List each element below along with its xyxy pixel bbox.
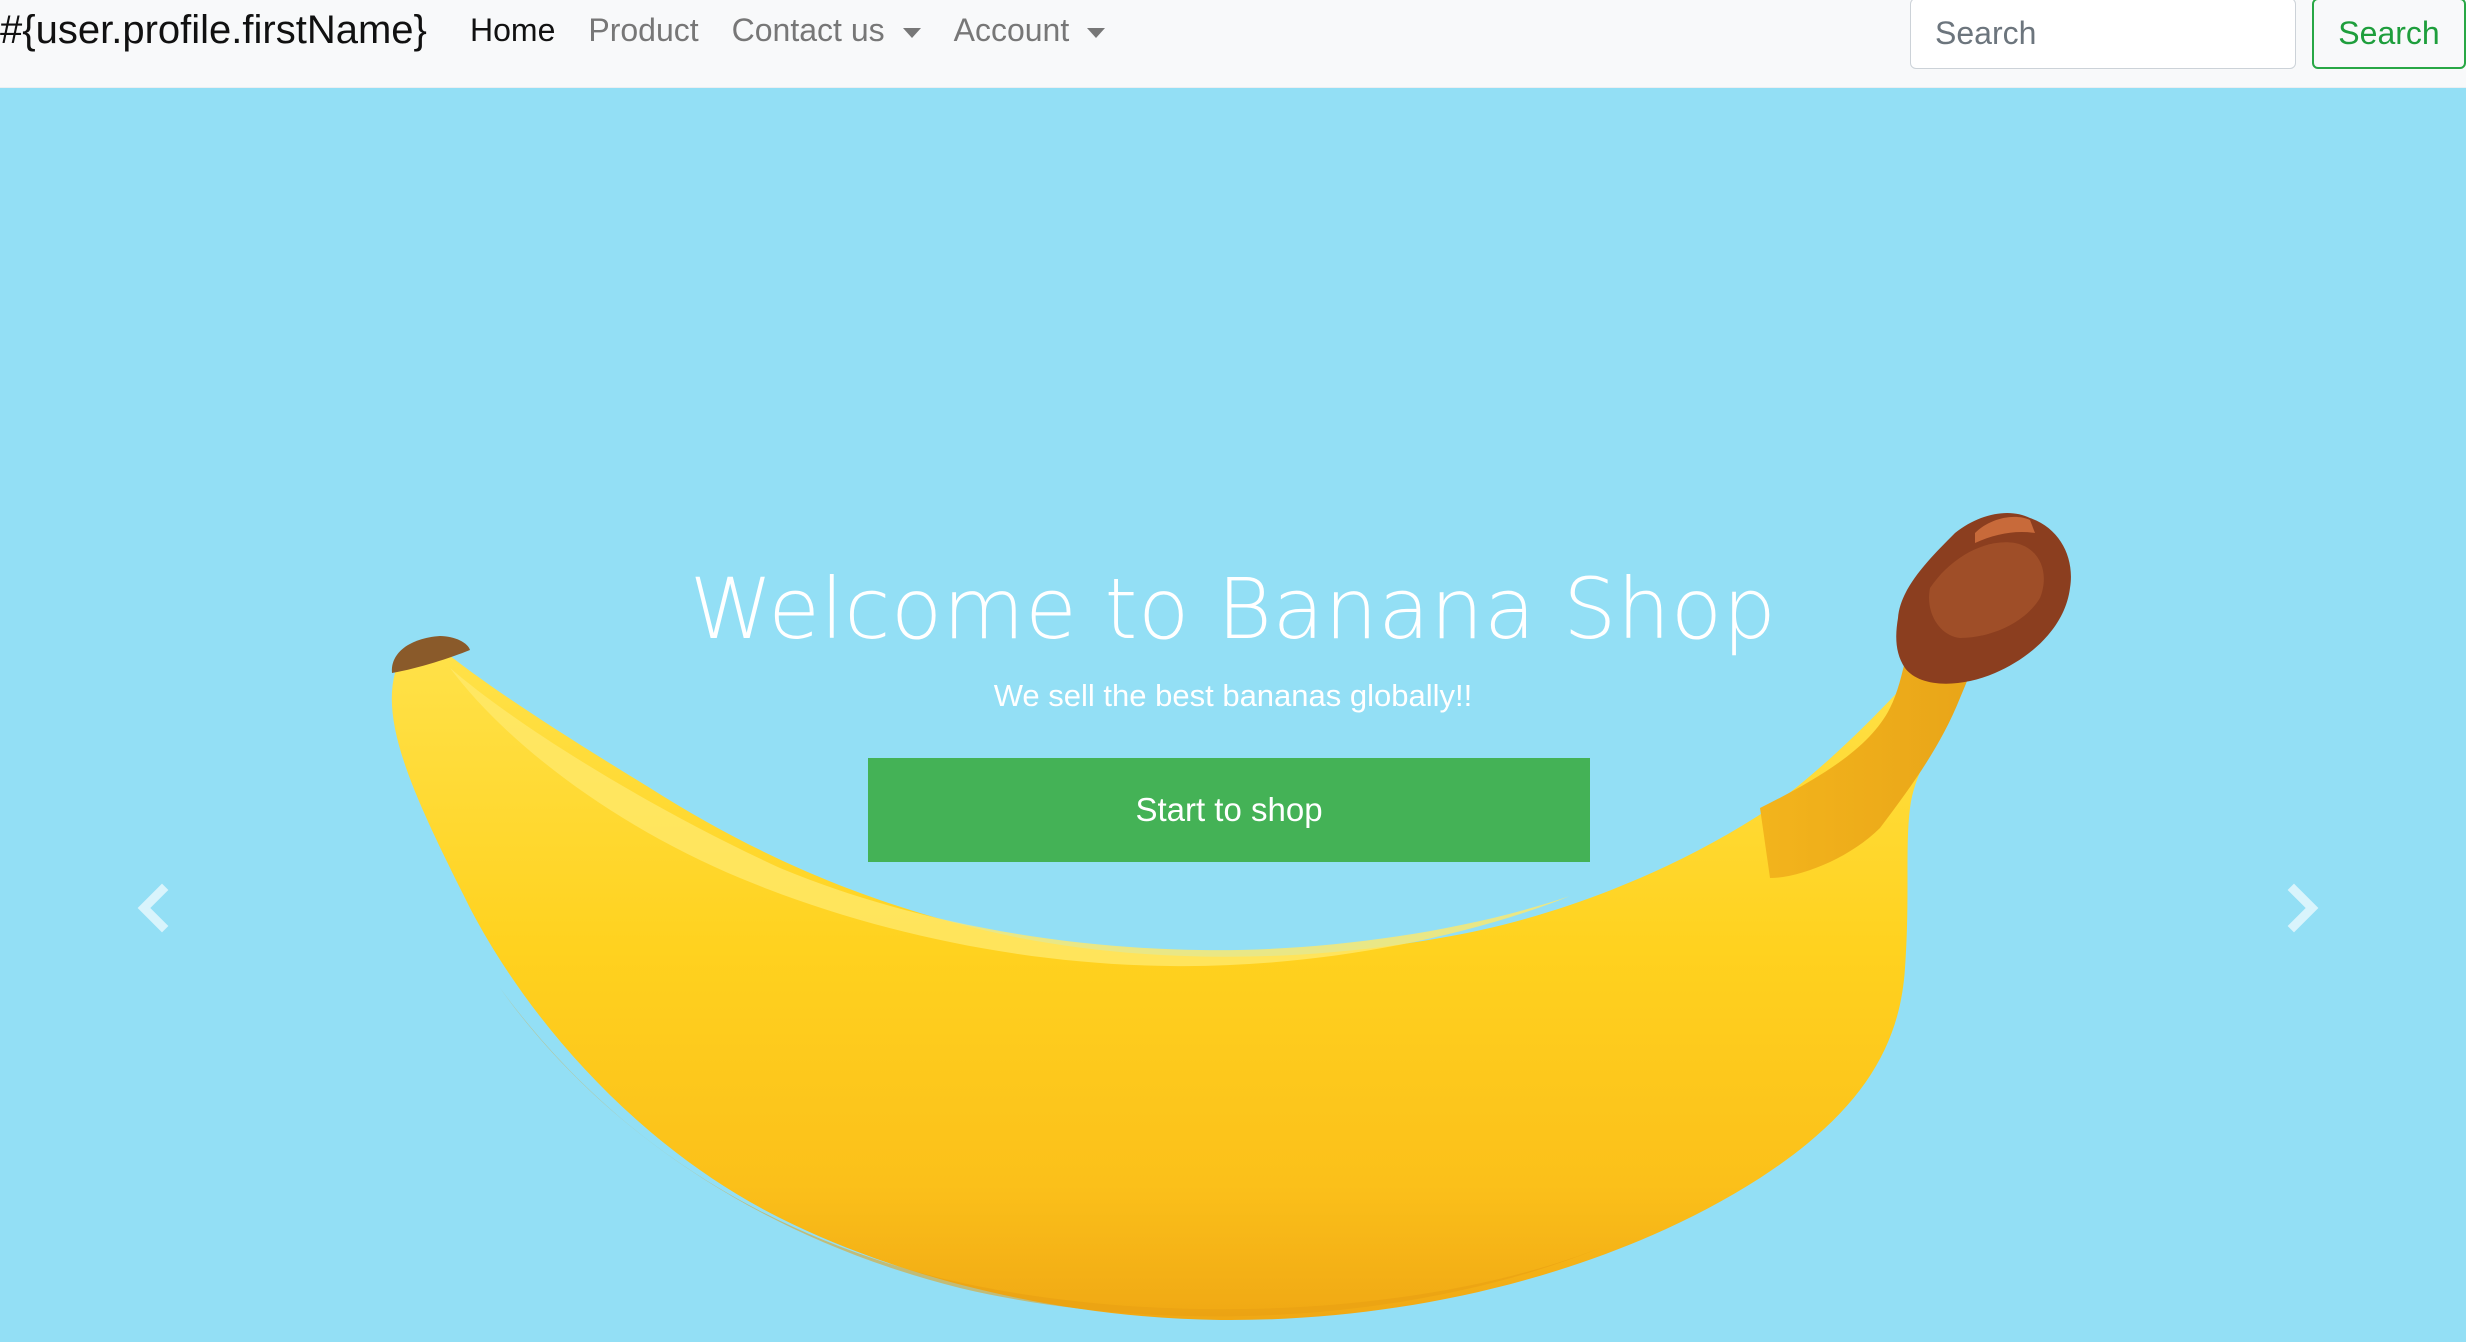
nav-link-home[interactable]: Home bbox=[470, 12, 555, 49]
nav-dropdown-account[interactable]: Account bbox=[954, 12, 1106, 49]
nav-dropdown-account-label: Account bbox=[953, 12, 1070, 48]
carousel-next-button[interactable] bbox=[2272, 878, 2332, 938]
banana-image bbox=[391, 513, 2071, 1321]
nav-link-product-label: Product bbox=[588, 12, 699, 48]
nav-link-home-label: Home bbox=[470, 12, 556, 48]
search-button[interactable]: Search bbox=[2312, 0, 2466, 69]
chevron-right-icon bbox=[2287, 883, 2319, 933]
hero-title: Welcome to Banana Shop bbox=[689, 560, 1777, 658]
search-form: Search bbox=[1910, 0, 2466, 69]
start-to-shop-button[interactable]: Start to shop bbox=[868, 758, 1590, 862]
navbar-brand[interactable]: #{user.profile.firstName} bbox=[0, 8, 427, 53]
caret-down-icon bbox=[902, 27, 921, 38]
search-input[interactable] bbox=[1910, 0, 2296, 69]
nav-dropdown-contact-us-label: Contact us bbox=[731, 12, 885, 48]
navbar: #{user.profile.firstName} Home Product C… bbox=[0, 0, 2466, 88]
carousel-prev-button[interactable] bbox=[124, 878, 184, 938]
hero-subtitle: We sell the best bananas globally!! bbox=[993, 678, 1473, 713]
nav-links: Home Product Contact us Account bbox=[470, 12, 1138, 49]
hero-carousel: Welcome to Banana Shop We sell the best … bbox=[0, 88, 2466, 1342]
nav-dropdown-contact-us[interactable]: Contact us bbox=[732, 12, 921, 49]
caret-down-icon bbox=[1087, 27, 1106, 38]
nav-link-product[interactable]: Product bbox=[588, 12, 698, 49]
chevron-left-icon bbox=[137, 883, 169, 933]
